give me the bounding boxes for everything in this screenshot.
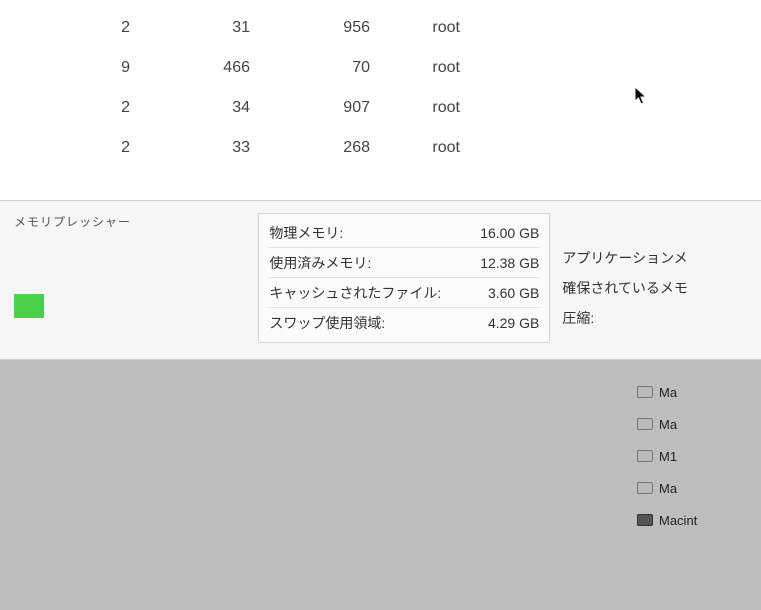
cell-threads: 2 <box>60 99 130 117</box>
list-item[interactable]: Ma <box>631 412 761 436</box>
list-item[interactable]: Macint <box>631 508 761 532</box>
disk-icon <box>637 418 653 430</box>
stat-value: 16.00 GB <box>449 225 539 241</box>
wired-memory-label: 確保されているメモ <box>562 273 761 303</box>
stat-value: 3.60 GB <box>449 285 539 301</box>
stat-cached-files: キャッシュされたファイル: 3.60 GB <box>269 278 539 308</box>
disk-icon <box>637 450 653 462</box>
app-memory-label: アプリケーションメ <box>562 243 761 273</box>
cell-user: root <box>370 99 460 117</box>
table-row[interactable]: 9 466 70 root <box>60 48 701 88</box>
table-row[interactable]: 2 34 907 root <box>60 88 701 128</box>
table-row[interactable]: 2 31 956 root <box>60 8 701 48</box>
list-item[interactable]: M1 <box>631 444 761 468</box>
disk-icon <box>637 514 653 526</box>
memory-footer: メモリプレッシャー 物理メモリ: 16.00 GB 使用済みメモリ: 12.38… <box>0 200 761 360</box>
memory-stats-table: 物理メモリ: 16.00 GB 使用済みメモリ: 12.38 GB キャッシュさ… <box>258 213 550 343</box>
cell-threads: 2 <box>60 139 130 157</box>
cell-ports: 34 <box>130 99 250 117</box>
stat-swap-used: スワップ使用領域: 4.29 GB <box>269 308 539 338</box>
stat-used-memory: 使用済みメモリ: 12.38 GB <box>269 248 539 278</box>
stat-physical-memory: 物理メモリ: 16.00 GB <box>269 218 539 248</box>
stat-value: 4.29 GB <box>449 315 539 331</box>
disk-icon <box>637 482 653 494</box>
stat-label: 使用済みメモリ: <box>269 253 449 273</box>
table-row[interactable]: 2 33 268 root <box>60 128 701 168</box>
disk-name: M1 <box>659 449 677 464</box>
cell-threads: 2 <box>60 19 130 37</box>
cell-pid: 268 <box>250 139 370 157</box>
cell-user: root <box>370 59 460 77</box>
cell-ports: 31 <box>130 19 250 37</box>
cell-user: root <box>370 139 460 157</box>
stat-label: スワップ使用領域: <box>269 313 449 333</box>
cell-user: root <box>370 19 460 37</box>
memory-pressure-label: メモリプレッシャー <box>14 213 258 230</box>
disk-name: Ma <box>659 481 677 496</box>
disk-name: Ma <box>659 417 677 432</box>
cell-ports: 466 <box>130 59 250 77</box>
desktop-area: Ma Ma M1 Ma Macint <box>0 360 761 610</box>
stat-value: 12.38 GB <box>449 255 539 271</box>
compressed-label: 圧縮: <box>562 303 761 333</box>
memory-side-labels: アプリケーションメ 確保されているメモ 圧縮: <box>562 213 761 333</box>
list-item[interactable]: Ma <box>631 380 761 404</box>
disk-name: Macint <box>659 513 697 528</box>
finder-sidebar: Ma Ma M1 Ma Macint <box>631 380 761 540</box>
disk-name: Ma <box>659 385 677 400</box>
memory-pressure-graph <box>14 294 44 318</box>
cell-pid: 907 <box>250 99 370 117</box>
stat-label: キャッシュされたファイル: <box>269 283 449 303</box>
cell-pid: 70 <box>250 59 370 77</box>
stat-label: 物理メモリ: <box>269 223 449 243</box>
list-item[interactable]: Ma <box>631 476 761 500</box>
process-table: 2 31 956 root 9 466 70 root 2 34 907 roo… <box>0 0 761 200</box>
memory-pressure-block: メモリプレッシャー <box>0 213 258 318</box>
cell-pid: 956 <box>250 19 370 37</box>
disk-icon <box>637 386 653 398</box>
cell-threads: 9 <box>60 59 130 77</box>
cell-ports: 33 <box>130 139 250 157</box>
